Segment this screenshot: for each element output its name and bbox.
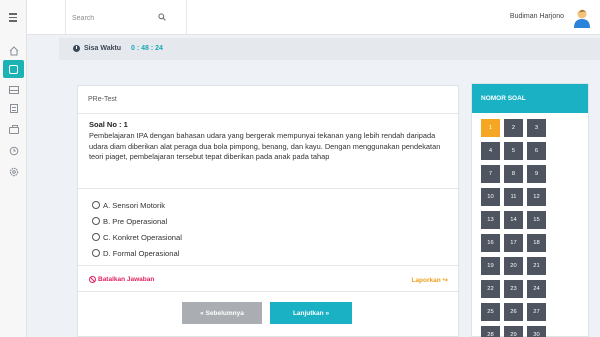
radio-icon[interactable] <box>92 217 100 225</box>
question-number-button[interactable]: 5 <box>504 142 523 160</box>
search-input[interactable] <box>72 11 152 25</box>
remaining-time: Sisa Waktu 0 : 48 : 24 <box>73 45 163 52</box>
history-icon[interactable] <box>6 143 21 158</box>
answer-options: A. Sensori Motorik B. Pre Operasional C.… <box>78 188 460 261</box>
question-number-button[interactable]: 16 <box>481 234 500 252</box>
question-number-button[interactable]: 28 <box>481 326 500 337</box>
sidebar <box>0 0 27 337</box>
question-number-button[interactable]: 1 <box>481 119 500 137</box>
radio-icon[interactable] <box>92 201 100 209</box>
question-text: Pembelajaran IPA dengan bahasan udara ya… <box>89 131 441 162</box>
top-header: Budiman Harjono <box>0 0 600 35</box>
hamburger-menu-icon[interactable] <box>0 0 27 35</box>
question-number-button[interactable]: 8 <box>504 165 523 183</box>
question-number-button[interactable]: 24 <box>527 280 546 298</box>
option-c[interactable]: C. Konkret Operasional <box>78 229 460 245</box>
option-label: B. Pre Operasional <box>103 216 168 226</box>
question-number-button[interactable]: 21 <box>527 257 546 275</box>
home-icon[interactable] <box>6 43 21 58</box>
question-number-button[interactable]: 22 <box>481 280 500 298</box>
question-number-button[interactable]: 18 <box>527 234 546 252</box>
question-number-button[interactable]: 17 <box>504 234 523 252</box>
search-icon[interactable] <box>158 13 166 21</box>
timer-value: 0 : 48 : 24 <box>131 45 163 52</box>
settings-icon[interactable] <box>6 164 21 179</box>
table-icon[interactable] <box>6 82 21 97</box>
option-label: C. Konkret Operasional <box>103 232 182 242</box>
question-number-button[interactable]: 15 <box>527 211 546 229</box>
next-button[interactable]: Lanjutkan » <box>270 302 352 324</box>
report-link[interactable]: Laporkan ↪ <box>411 276 448 284</box>
search-box <box>65 0 187 35</box>
question-number-button[interactable]: 10 <box>481 188 500 206</box>
list-icon[interactable] <box>6 101 21 116</box>
card-title: PRe-Test <box>78 86 458 114</box>
question-number-button[interactable]: 27 <box>527 303 546 321</box>
question-number-button[interactable]: 3 <box>527 119 546 137</box>
radio-icon[interactable] <box>92 249 100 257</box>
exam-icon[interactable] <box>3 60 24 78</box>
question-number: Soal No : 1 <box>89 120 128 129</box>
report-label: Laporkan <box>411 277 441 284</box>
navigation-row: « Sebelumnya Lanjutkan » <box>78 291 460 337</box>
question-number-button[interactable]: 2 <box>504 119 523 137</box>
question-number-button[interactable]: 20 <box>504 257 523 275</box>
question-number-button[interactable]: 13 <box>481 211 500 229</box>
question-number-button[interactable]: 25 <box>481 303 500 321</box>
previous-button[interactable]: « Sebelumnya <box>182 302 262 324</box>
question-number-button[interactable]: 9 <box>527 165 546 183</box>
question-number-button[interactable]: 19 <box>481 257 500 275</box>
cancel-answer-label: Batalkan Jawaban <box>98 276 155 283</box>
question-number-button[interactable]: 7 <box>481 165 500 183</box>
question-number-button[interactable]: 26 <box>504 303 523 321</box>
panel-title: NOMOR SOAL <box>472 84 588 113</box>
question-number-button[interactable]: 30 <box>527 326 546 337</box>
cancel-answer-link[interactable]: Batalkan Jawaban <box>89 276 154 283</box>
card-footer: Batalkan Jawaban Laporkan ↪ <box>78 265 460 291</box>
option-d[interactable]: D. Formal Operasional <box>78 245 460 261</box>
timer-label: Sisa Waktu <box>84 45 122 52</box>
question-number-button[interactable]: 11 <box>504 188 523 206</box>
question-number-button[interactable]: 29 <box>504 326 523 337</box>
user-avatar-icon[interactable] <box>573 8 591 28</box>
question-number-button[interactable]: 6 <box>527 142 546 160</box>
question-card: PRe-Test Soal No : 1 Pembelajaran IPA de… <box>77 85 460 337</box>
briefcase-icon[interactable] <box>6 122 21 137</box>
question-number-button[interactable]: 23 <box>504 280 523 298</box>
option-label: D. Formal Operasional <box>103 248 180 258</box>
question-number-panel: NOMOR SOAL 1 2 3 4 5 6 7 8 9 10 11 12 13 14 15 16 17 18 19… <box>471 83 589 337</box>
question-number-button[interactable]: 14 <box>504 211 523 229</box>
option-b[interactable]: B. Pre Operasional <box>78 213 460 229</box>
user-name[interactable]: Budiman Harjono <box>510 13 564 20</box>
option-label: A. Sensori Motorik <box>103 200 166 210</box>
timer-bar: Sisa Waktu 0 : 48 : 24 <box>59 38 600 60</box>
question-block: Soal No : 1 Pembelajaran IPA dengan baha… <box>89 120 444 163</box>
share-icon: ↪ <box>442 277 448 284</box>
question-number-button[interactable]: 12 <box>527 188 546 206</box>
option-a[interactable]: A. Sensori Motorik <box>78 197 460 213</box>
question-number-grid: 1 2 3 4 5 6 7 8 9 10 11 12 13 14 15 16 17 18 19 20 21 22 23 24 2… <box>481 119 546 337</box>
question-number-button[interactable]: 4 <box>481 142 500 160</box>
clock-icon <box>73 45 80 52</box>
ban-icon <box>89 276 96 283</box>
radio-icon[interactable] <box>92 233 100 241</box>
